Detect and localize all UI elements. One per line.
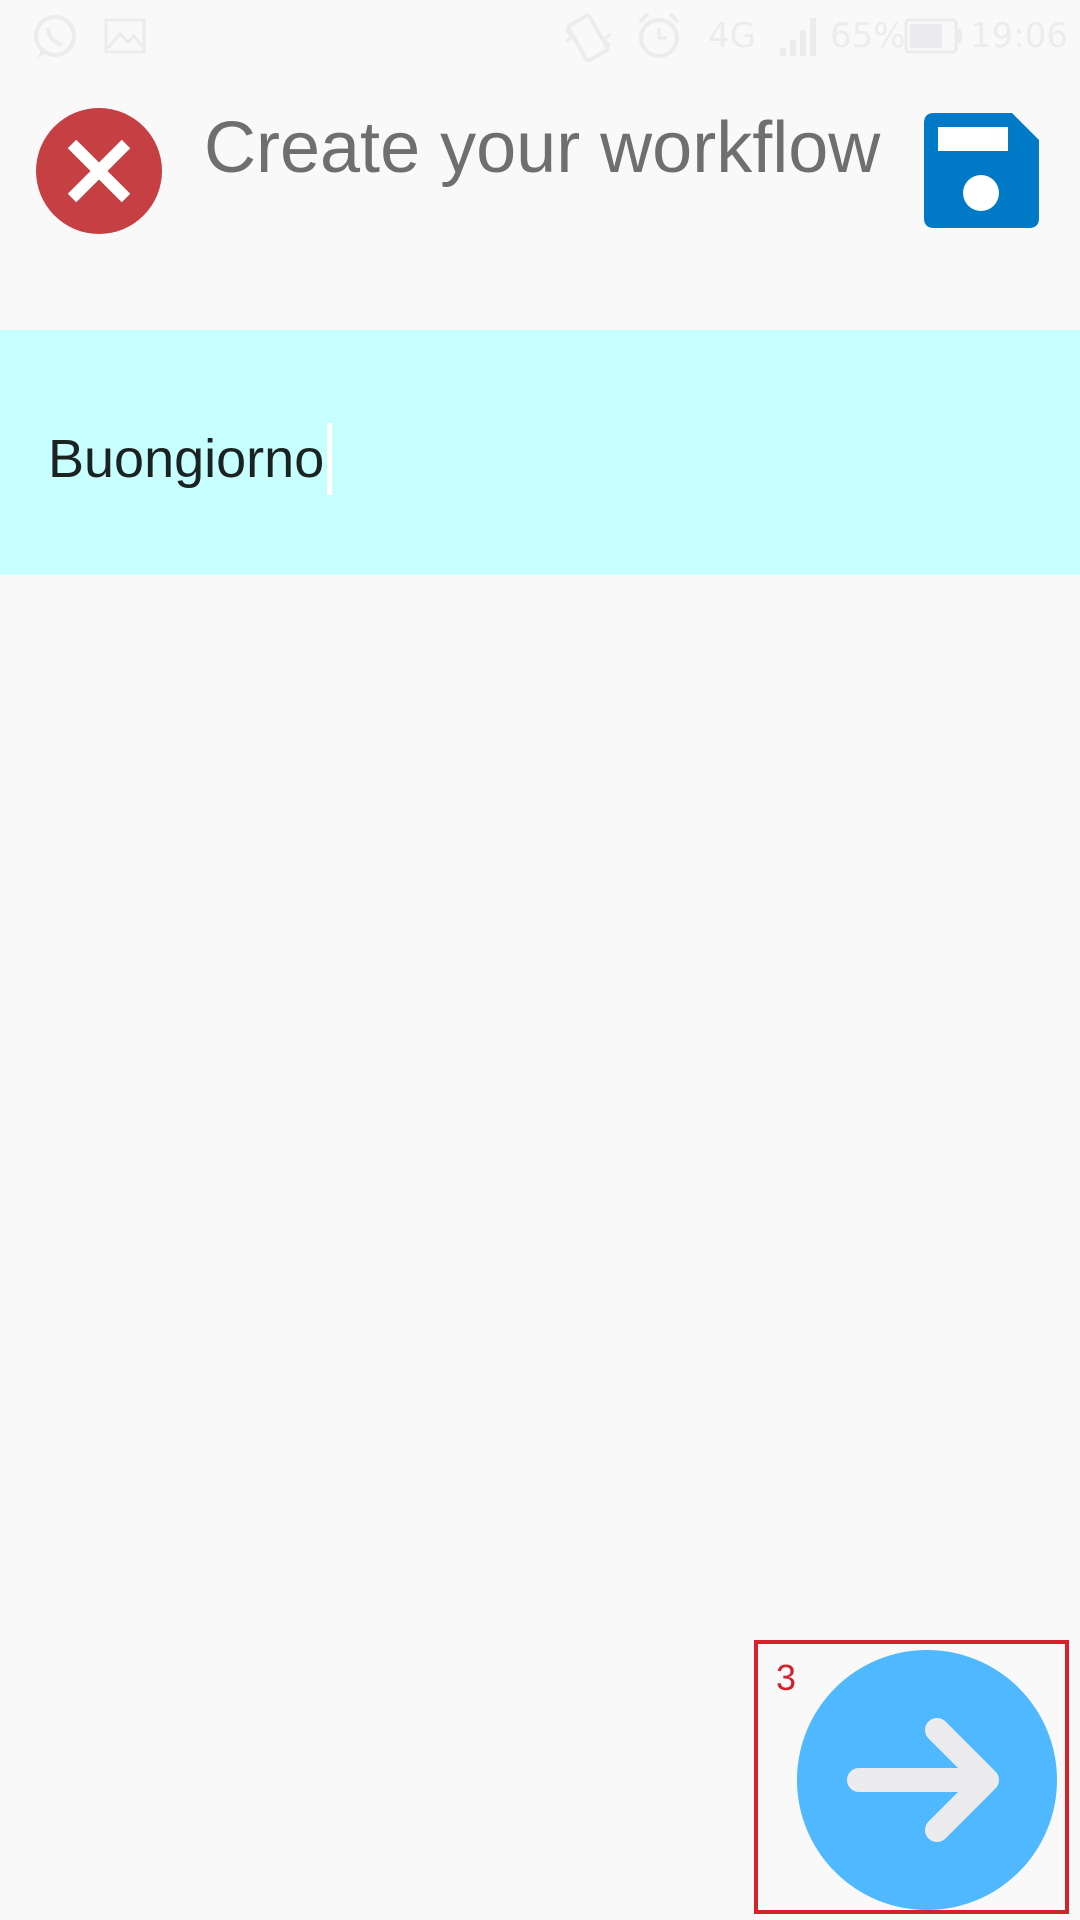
text-cursor — [327, 423, 333, 495]
step-text-value: Buongiorno — [48, 429, 325, 489]
step-text-input[interactable]: Buongiorno — [48, 422, 333, 496]
save-icon — [924, 113, 1039, 228]
close-button[interactable] — [36, 108, 162, 234]
vibrate-icon — [564, 13, 612, 63]
whatsapp-icon — [34, 15, 76, 58]
alarm-icon — [638, 12, 680, 58]
clock: 19:06 — [970, 16, 1068, 56]
battery-percent: 65% — [830, 16, 906, 56]
status-bar: 4G 65% 19:06 — [0, 0, 1080, 72]
signal-icon — [780, 18, 816, 56]
image-icon — [104, 18, 146, 54]
battery-icon — [904, 18, 962, 54]
network-type: 4G — [708, 16, 756, 56]
highlight-label: 3 — [776, 1657, 797, 1698]
save-button[interactable] — [924, 113, 1039, 228]
highlight-box: 3 — [754, 1640, 1069, 1914]
workflow-step-panel: Buongiorno — [0, 330, 1080, 575]
close-icon — [36, 108, 162, 234]
page-title: Create your workflow — [204, 108, 881, 188]
